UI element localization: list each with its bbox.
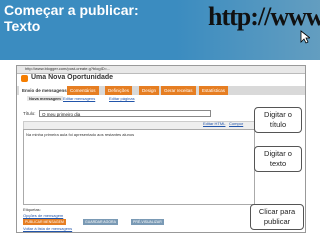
labels-label: Etiquetas: bbox=[23, 207, 41, 212]
tab-envio-de-mensagens[interactable]: Envio de mensagens bbox=[19, 86, 70, 95]
banner-http-text: http://www bbox=[208, 2, 320, 31]
blog-title: Uma Nova Oportunidade bbox=[31, 74, 114, 81]
callout-publish-hint: Clicar para publicar bbox=[250, 204, 304, 230]
edit-html-link[interactable]: Editar HTML bbox=[203, 121, 225, 126]
subtab-editar-paginas[interactable]: Editar páginas bbox=[109, 96, 135, 101]
callout-title-hint: Digitar o título bbox=[254, 107, 302, 133]
compose-link[interactable]: Compor bbox=[229, 121, 243, 126]
back-to-posts-link[interactable]: Voltar à lista de mensagens bbox=[23, 226, 72, 231]
post-body-editor[interactable] bbox=[23, 129, 255, 205]
post-options-link[interactable]: Opções de mensagem bbox=[23, 213, 63, 218]
tab-definicoes[interactable]: Definições bbox=[105, 86, 133, 95]
callout-text-hint: Digitar o texto bbox=[254, 146, 302, 172]
save-now-button[interactable]: GUARDAR AGORA bbox=[83, 219, 118, 225]
publish-button[interactable]: PUBLICAR MENSAGEM bbox=[23, 219, 66, 225]
slide-title-line2: Texto bbox=[4, 18, 41, 34]
tab-comentarios[interactable]: Comentários bbox=[67, 86, 99, 95]
browser-url: http://www.blogger.com/post-create.g?blo… bbox=[25, 66, 111, 71]
mouse-cursor-icon bbox=[300, 30, 310, 44]
blogger-logo-icon bbox=[21, 75, 28, 82]
post-title-input[interactable]: O meu primeiro dia bbox=[39, 110, 211, 117]
subtab-nova-mensagem[interactable]: Nova mensagem bbox=[27, 96, 63, 101]
tab-design[interactable]: Design bbox=[139, 86, 160, 95]
preview-button[interactable]: PRÉ-VISUALIZAR bbox=[131, 219, 164, 225]
slide-title-line1: Começar a publicar: bbox=[4, 2, 139, 18]
browser-address-bar[interactable]: http://www.blogger.com/post-create.g?blo… bbox=[17, 66, 305, 74]
post-body-text: Na minha primeira aula foi apresentado a… bbox=[26, 132, 135, 137]
post-title-label: Título: bbox=[23, 111, 36, 116]
subtab-editar-mensagens[interactable]: Editar mensagens bbox=[63, 96, 95, 101]
tab-estatisticas[interactable]: Estatísticas bbox=[199, 86, 229, 95]
tab-gerar-receitas[interactable]: Gerar receitas bbox=[161, 86, 196, 95]
